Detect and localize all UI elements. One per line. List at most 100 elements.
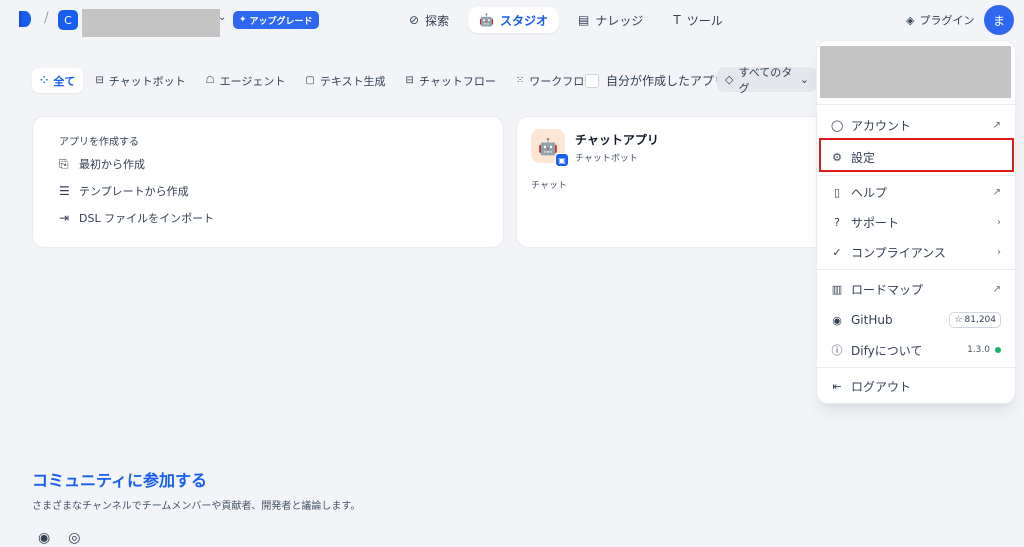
version-number: 1.3.0 <box>967 345 990 355</box>
tab-knowledge[interactable]: ▤ ナレッジ <box>567 7 654 33</box>
chevron-right-icon: › <box>997 216 1001 228</box>
upgrade-button[interactable]: ✦ アップグレード <box>233 11 319 29</box>
filter-label: テキスト生成 <box>319 74 386 88</box>
chatbot-type-icon: ▣ <box>555 153 569 167</box>
menu-item-help[interactable]: ▯ ヘルプ ↗ <box>821 178 1011 206</box>
tab-tools[interactable]: T ツール <box>662 7 733 33</box>
create-from-blank-button[interactable]: ⎘ 最初から作成 <box>59 152 477 176</box>
app-name: チャットアプリ <box>575 133 659 147</box>
chatflow-icon: ⊟ <box>405 75 414 86</box>
github-stars-badge: ☆ 81,204 <box>949 312 1001 328</box>
chevron-down-icon: ⌄ <box>799 73 809 86</box>
note-icon: ▢ <box>305 75 315 86</box>
tab-explore[interactable]: ⊘ 探索 <box>398 7 460 33</box>
create-item-label: DSL ファイルをインポート <box>79 212 215 225</box>
tab-label: ツール <box>686 13 723 28</box>
upgrade-label: アップグレード <box>249 16 313 27</box>
github-icon[interactable]: ◉ <box>38 530 50 546</box>
menu-item-logout[interactable]: ⇤ ログアウト <box>821 372 1011 400</box>
menu-divider <box>817 269 1015 270</box>
plugin-label: プラグイン <box>919 14 975 27</box>
robot-face-icon: 🤖 <box>538 136 558 156</box>
create-from-template-button[interactable]: ☰ テンプレートから作成 <box>59 179 477 203</box>
menu-item-label: アカウント <box>851 118 912 133</box>
menu-item-label: Difyについて <box>851 343 923 358</box>
community-subtitle: さまざまなチャンネルでチームメンバーや貢献者、開発者と議論します。 <box>32 501 361 512</box>
robot-icon: 🤖 <box>479 13 495 27</box>
external-link-icon: ↗ <box>992 186 1001 198</box>
menu-item-github[interactable]: ◉ GitHub ☆ 81,204 <box>821 306 1011 334</box>
menu-item-about[interactable]: ⓘ Difyについて 1.3.0 <box>821 336 1011 364</box>
user-circle-icon: ◯ <box>831 118 844 132</box>
filter-label: チャットフロー <box>418 74 496 88</box>
info-icon: ⓘ <box>831 344 843 357</box>
menu-item-roadmap[interactable]: ▥ ロードマップ ↗ <box>821 275 1011 303</box>
filter-label: 全て <box>53 74 76 88</box>
template-icon: ☰ <box>59 184 70 198</box>
status-dot <box>995 347 1001 353</box>
menu-divider <box>817 367 1015 368</box>
menu-item-label: ロードマップ <box>851 282 924 297</box>
menu-item-account[interactable]: ◯ アカウント ↗ <box>821 111 1011 139</box>
import-dsl-button[interactable]: ⇥ DSL ファイルをインポート <box>59 206 477 230</box>
workspace-badge[interactable]: C <box>58 10 78 30</box>
cube-icon: ◈ <box>906 13 915 27</box>
menu-item-label: ログアウト <box>851 379 912 394</box>
tag-filter-dropdown[interactable]: ◇ すべてのタグ ⌄ <box>717 66 817 95</box>
menu-item-support[interactable]: ? サポート › <box>821 208 1011 236</box>
create-item-label: テンプレートから作成 <box>79 185 189 198</box>
app-description: チャット <box>531 181 567 191</box>
app-card[interactable]: 🤖 ▣ チャットアプリ チャットボット チャット <box>516 116 836 248</box>
filter-text-generation[interactable]: ▢ テキスト生成 <box>297 68 393 93</box>
github-stars-count: 81,204 <box>964 315 997 325</box>
hammer-icon: T <box>673 13 681 27</box>
create-app-card: アプリを作成する ⎘ 最初から作成 ☰ テンプレートから作成 ⇥ DSL ファイ… <box>32 116 504 248</box>
community-title: コミュニティに参加する <box>32 471 208 490</box>
book-open-icon: ▯ <box>833 185 841 199</box>
chevron-right-icon: › <box>997 246 1001 258</box>
app-robot-icon: 🤖 ▣ <box>531 129 569 167</box>
import-icon: ⇥ <box>59 211 70 225</box>
menu-item-compliance[interactable]: ✓ コンプライアンス › <box>821 238 1011 266</box>
community-section: コミュニティに参加する さまざまなチャンネルでチームメンバーや貢献者、開発者と議… <box>32 467 360 546</box>
filter-label: チャットボット <box>108 74 186 88</box>
top-nav: / C ⌄ ✦ アップグレード ⊘ 探索 🤖 スタジオ ▤ ナレッジ T ツール… <box>0 0 1024 40</box>
tab-label: 探索 <box>425 13 450 28</box>
check-circle-icon: ✓ <box>832 245 842 259</box>
user-avatar[interactable]: ま <box>984 5 1014 35</box>
map-icon: ▥ <box>831 282 843 296</box>
filter-agent[interactable]: ☖ エージェント <box>198 68 294 93</box>
external-link-icon: ↗ <box>992 119 1001 131</box>
breadcrumb-slash: / <box>44 10 49 26</box>
dify-logo[interactable] <box>18 10 32 28</box>
chevron-down-icon[interactable]: ⌄ <box>218 12 226 23</box>
sparkle-icon: ✦ <box>239 15 247 25</box>
tag-filter-label: すべてのタグ <box>738 65 793 95</box>
my-created-toggle[interactable]: 自分が作成したアプリ <box>585 72 726 89</box>
menu-item-label: サポート <box>851 215 900 230</box>
compass-icon: ⊘ <box>409 13 420 27</box>
create-item-label: 最初から作成 <box>79 158 145 171</box>
menu-divider <box>817 175 1015 176</box>
menu-divider <box>817 104 1015 105</box>
workflow-icon: ⁙ <box>515 75 525 86</box>
grid-icon: ⁘ <box>40 75 49 86</box>
tag-icon: ◇ <box>725 73 734 86</box>
file-plus-icon: ⎘ <box>59 156 69 171</box>
my-created-label: 自分が作成したアプリ <box>606 74 727 88</box>
github-icon: ◉ <box>832 313 842 327</box>
create-app-title: アプリを作成する <box>59 137 139 148</box>
filter-all[interactable]: ⁘ 全て <box>32 68 84 93</box>
tab-studio[interactable]: 🤖 スタジオ <box>468 7 560 33</box>
filter-label: エージェント <box>219 74 286 88</box>
version-badge: 1.3.0 <box>967 345 1001 355</box>
menu-item-label: コンプライアンス <box>851 245 946 260</box>
workspace-name-redacted[interactable] <box>82 9 220 37</box>
menu-item-label: GitHub <box>851 313 893 327</box>
my-created-checkbox[interactable] <box>585 73 599 88</box>
plugin-button[interactable]: ◈ プラグイン <box>906 12 974 28</box>
filter-chatbot[interactable]: ⊟ チャットボット <box>87 68 193 93</box>
chat-bubble-icon: ⊟ <box>95 75 104 86</box>
discord-icon[interactable]: ◎ <box>68 530 80 546</box>
filter-chatflow[interactable]: ⊟ チャットフロー <box>398 68 504 93</box>
